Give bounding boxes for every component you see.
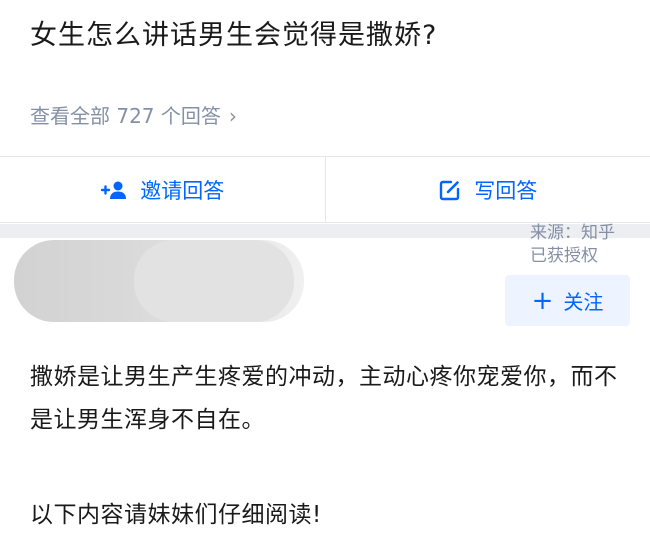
answer-paragraph: 以下内容请妹妹们仔细阅读! (30, 502, 322, 528)
answer-paragraph: 撒娇是让男生产生疼爱的冲动，主动心疼你宠爱你，而不是让男生浑身不自在。 (30, 364, 618, 433)
authorized-line: 已获授权 (530, 246, 598, 266)
answer-action-bar: 邀请回答 写回答 (0, 156, 650, 223)
blurred-author-name (134, 240, 294, 322)
follow-label: 关注 (563, 290, 604, 314)
view-all-answers-link[interactable]: 查看全部 727 个回答 › (30, 100, 237, 132)
edit-icon (440, 180, 460, 200)
source-line: 来源：知乎 (530, 223, 615, 243)
plus-icon: + (531, 285, 554, 316)
blurred-author-info (14, 240, 304, 322)
question-title: 女生怎么讲话男生会觉得是撒娇? (30, 20, 438, 51)
follow-button[interactable]: + 关注 (505, 275, 630, 326)
view-all-label: 查看全部 727 个回答 (30, 104, 221, 128)
invite-answer-label: 邀请回答 (140, 178, 225, 203)
write-answer-button[interactable]: 写回答 (324, 157, 650, 222)
source-watermark: 来源：知乎 已获授权 (530, 222, 640, 268)
add-user-icon (101, 181, 127, 199)
write-answer-label: 写回答 (474, 178, 538, 203)
chevron-right-icon: › (228, 104, 237, 128)
invite-answer-button[interactable]: 邀请回答 (0, 157, 325, 222)
